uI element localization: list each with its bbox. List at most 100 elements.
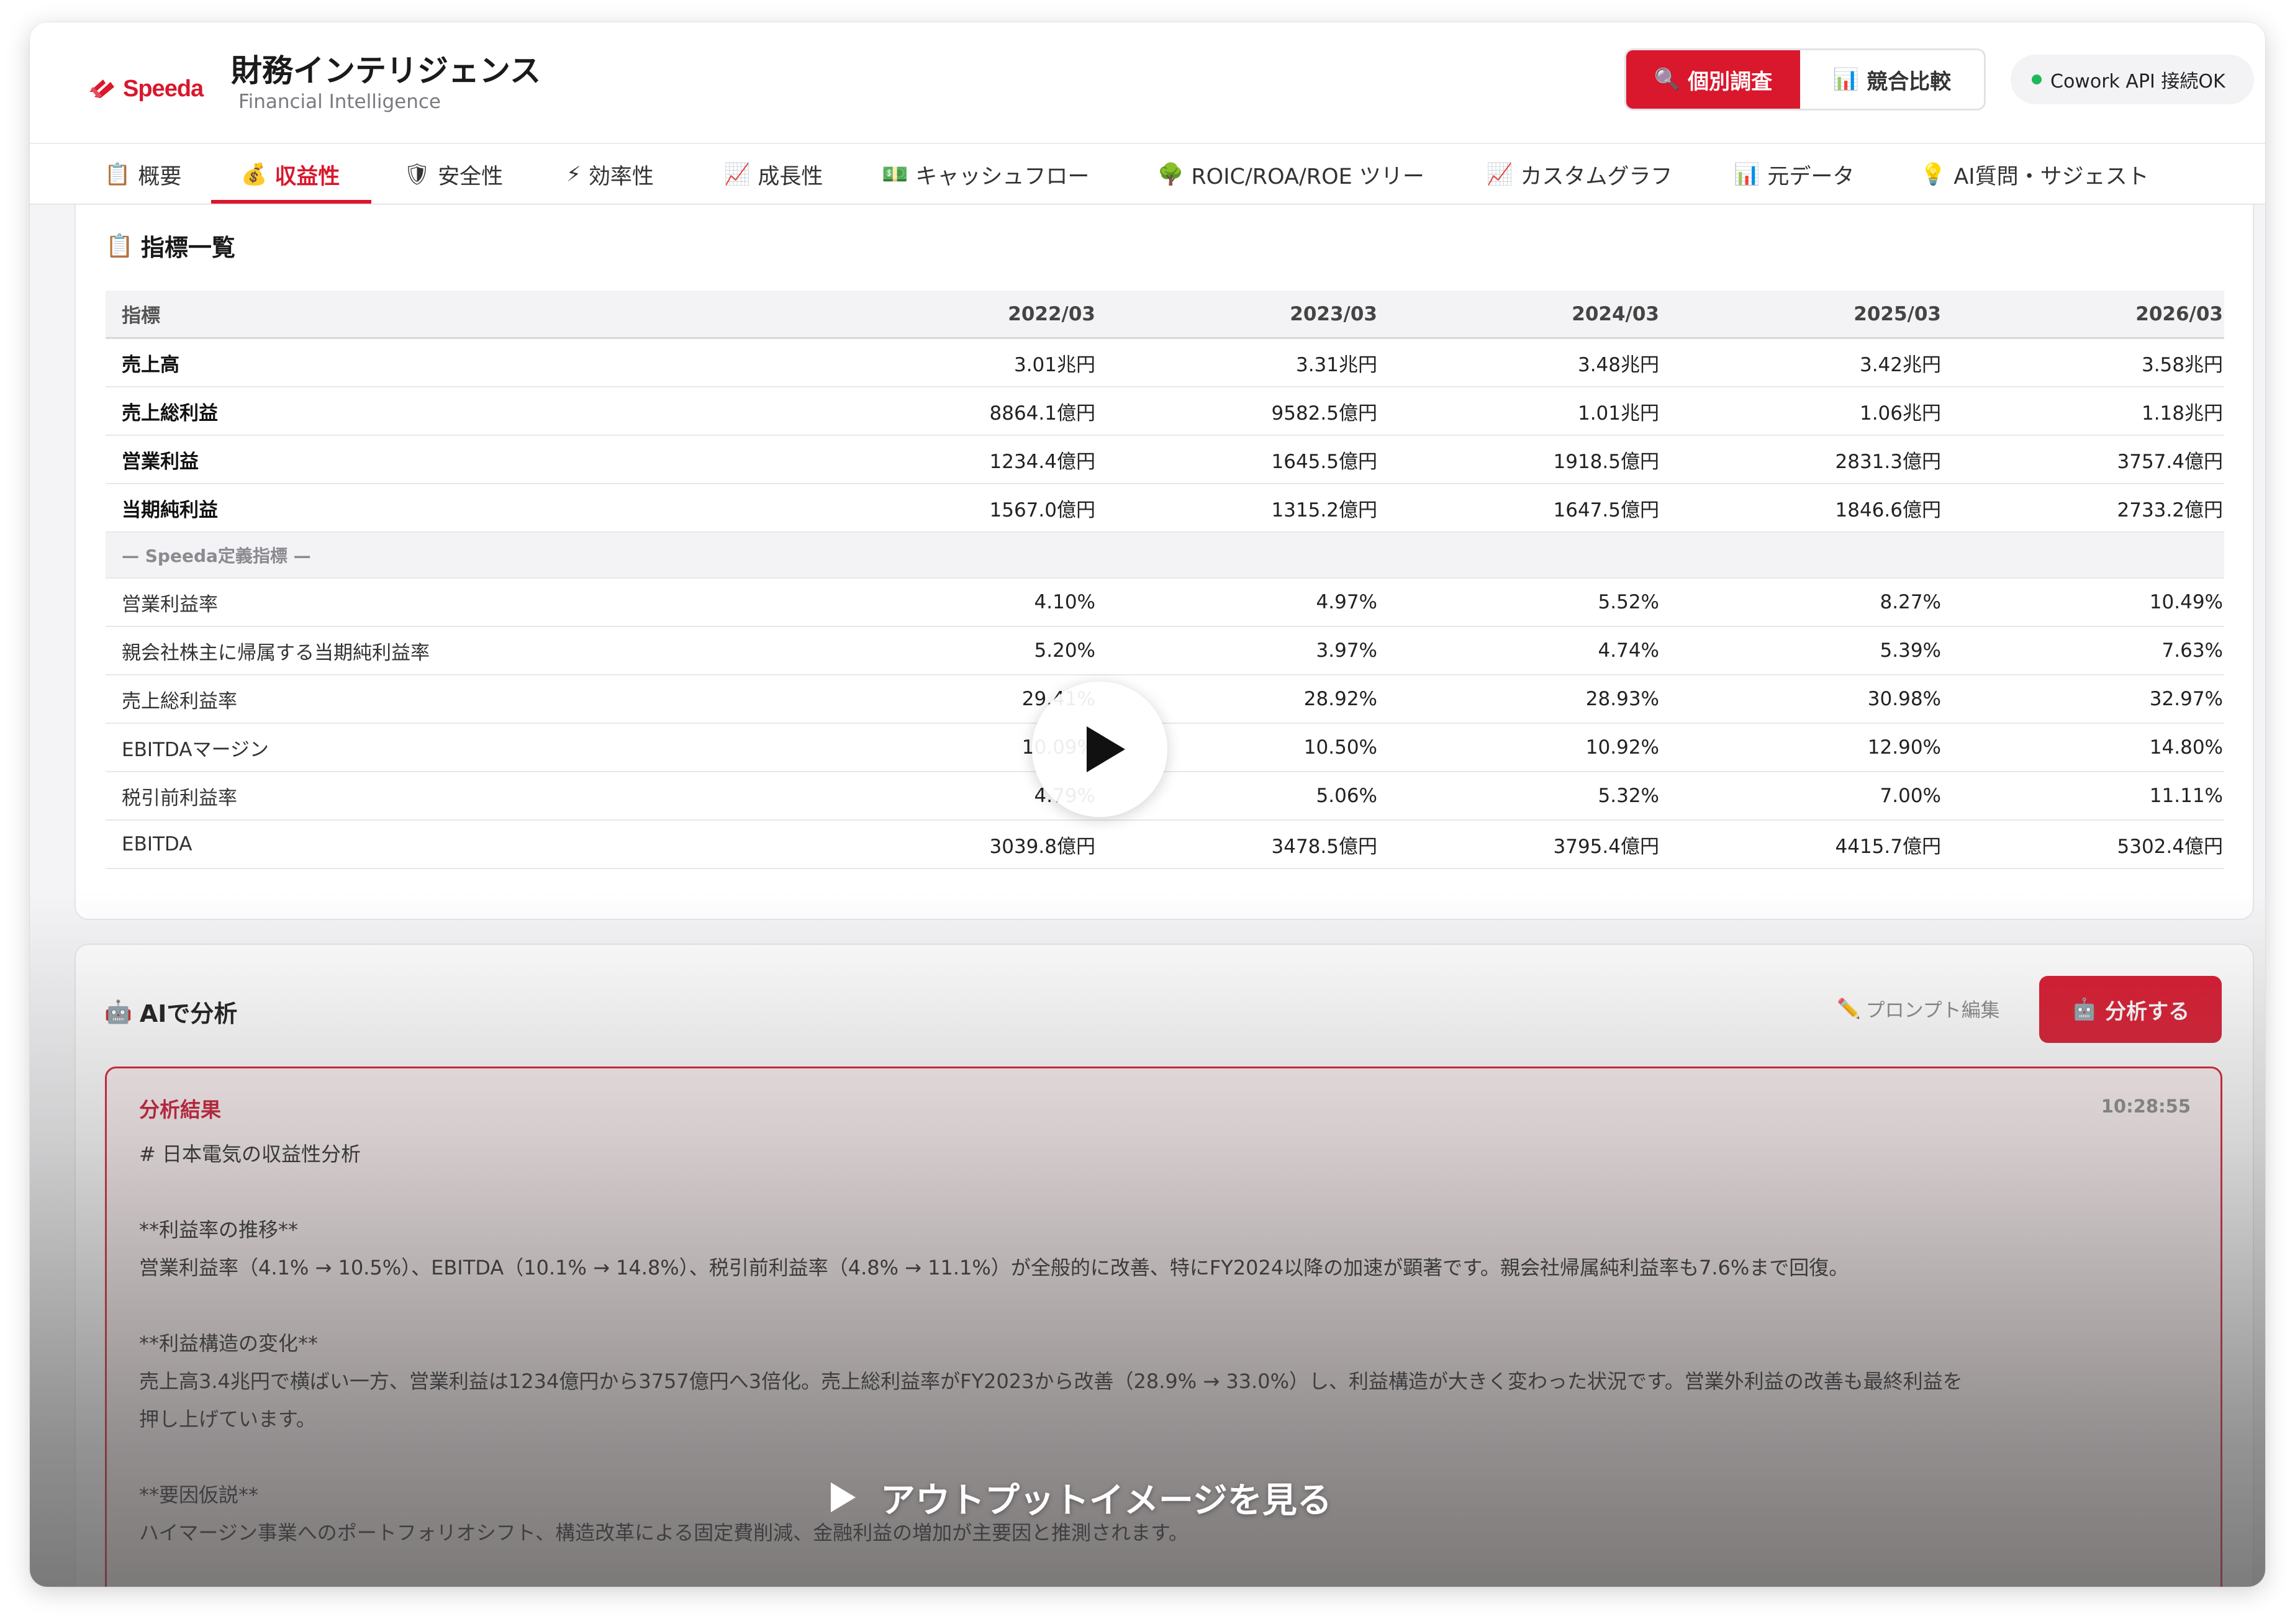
row-label: 営業利益率	[122, 593, 218, 616]
prompt-edit-link[interactable]: ✏️ プロンプト編集	[1837, 995, 2000, 1022]
api-status-badge: Cowork API 接続OK	[2011, 55, 2254, 104]
table-cell: 3039.8億円	[989, 835, 1095, 858]
metrics-title-text: 指標一覧	[140, 234, 235, 261]
view-output-image-link[interactable]: アウトプットイメージを見る	[831, 1473, 1332, 1522]
status-dot-icon	[2032, 74, 2042, 84]
lightbulb-icon: 💡	[1920, 162, 1947, 187]
table-cell: 10.50%	[1303, 736, 1377, 759]
table-cell: 1567.0億円	[989, 498, 1095, 521]
chart-up-icon: 📈	[1487, 162, 1513, 187]
table-cell: 10.92%	[1585, 736, 1659, 759]
table-cell: 3.97%	[1316, 639, 1377, 662]
table-cell: 11.11%	[2149, 785, 2223, 807]
clipboard-icon: 📋	[106, 233, 134, 259]
play-video-button[interactable]	[1032, 682, 1167, 817]
table-row: EBITDA 3039.8億円 3478.5億円 3795.4億円 4415.7…	[106, 821, 2224, 869]
tab-label: 概要	[138, 164, 182, 189]
speeda-logo[interactable]: Speeda	[87, 67, 204, 111]
tab-label: 安全性	[438, 164, 504, 189]
ai-title-text: AIで分析	[139, 1000, 238, 1027]
table-cell: 3757.4億円	[2117, 450, 2223, 473]
tab-overview[interactable]: 📋 概要	[104, 144, 181, 205]
bar-chart-icon: 📊	[1832, 67, 1860, 92]
result-line: 押し上げています。	[139, 1407, 316, 1431]
tab-efficiency[interactable]: ⚡ 効率性	[566, 144, 654, 205]
tab-raw-data[interactable]: 📊 元データ	[1734, 144, 1854, 205]
clipboard-icon: 📋	[104, 162, 131, 187]
table-cell: 1647.5億円	[1553, 498, 1659, 521]
money-bag-icon: 💰	[241, 162, 268, 187]
tab-growth[interactable]: 📈 成長性	[724, 144, 823, 205]
search-icon: 🔍	[1654, 67, 1681, 92]
column-header: 2024/03	[1572, 302, 1659, 325]
mode-individual-label: 個別調査	[1688, 69, 1773, 94]
table-cell: 1846.6億円	[1835, 498, 1941, 521]
play-icon	[1087, 726, 1125, 772]
tab-bar: 📋 概要 💰 収益性 🛡 安全性 ⚡ 効率性 📈 成長性 💵 キャッシュフロー …	[30, 143, 2265, 205]
table-cell: 1918.5億円	[1553, 450, 1659, 473]
prompt-edit-label: プロンプト編集	[1865, 999, 2000, 1022]
table-cell: 7.00%	[1880, 785, 1941, 807]
separator-label: — Speeda定義指標 —	[122, 546, 311, 566]
lightning-icon: ⚡	[566, 162, 581, 187]
table-cell: 2831.3億円	[1835, 450, 1941, 473]
table-cell: 3.31兆円	[1295, 353, 1377, 376]
table-cell: 3795.4億円	[1553, 835, 1659, 858]
cash-icon: 💵	[882, 162, 908, 187]
row-label: 税引前利益率	[122, 787, 237, 810]
table-header-row: 指標 2022/03 2023/03 2024/03 2025/03 2026/…	[106, 291, 2224, 339]
robot-icon: 🤖	[104, 999, 132, 1025]
table-cell: 5.52%	[1598, 591, 1659, 613]
tab-custom-graph[interactable]: 📈 カスタムグラフ	[1487, 144, 1672, 205]
tree-icon: 🌳	[1157, 162, 1184, 187]
table-cell: 1234.4億円	[989, 450, 1095, 473]
column-header: 2025/03	[1854, 302, 1941, 325]
table-cell: 5.32%	[1598, 785, 1659, 807]
table-cell: 1.06兆円	[1859, 402, 1941, 425]
table-cell: 28.93%	[1585, 688, 1659, 710]
mode-individual-button[interactable]: 🔍 個別調査	[1626, 50, 1800, 109]
chart-up-icon: 📈	[724, 162, 751, 187]
table-cell: 14.80%	[2149, 736, 2223, 759]
table-row: 売上総利益 8864.1億円 9582.5億円 1.01兆円 1.06兆円 1.…	[106, 387, 2224, 436]
app-header: Speeda 財務インテリジェンス Financial Intelligence…	[30, 22, 2265, 143]
mode-switch: 🔍 個別調査 📊 競合比較	[1624, 48, 1986, 111]
table-cell: 2733.2億円	[2117, 498, 2223, 521]
mode-compare-button[interactable]: 📊 競合比較	[1800, 50, 1984, 109]
row-label: 当期純利益	[122, 498, 218, 521]
robot-icon: 🤖	[2071, 997, 2098, 1022]
tab-cashflow[interactable]: 💵 キャッシュフロー	[882, 144, 1089, 205]
tab-label: キャッシュフロー	[915, 164, 1090, 189]
tab-ai-suggest[interactable]: 💡 AI質問・サジェスト	[1920, 144, 2149, 205]
table-row: 営業利益 1234.4億円 1645.5億円 1918.5億円 2831.3億円…	[106, 436, 2224, 484]
tab-roic-tree[interactable]: 🌳 ROIC/ROA/ROE ツリー	[1157, 144, 1424, 205]
column-header: 指標	[122, 305, 160, 327]
app-subtitle: Financial Intelligence	[238, 91, 441, 113]
table-cell: 1315.2億円	[1271, 498, 1377, 521]
result-line: **利益率の推移**	[139, 1218, 299, 1242]
row-label: 売上高	[122, 353, 179, 376]
table-cell: 5302.4億円	[2117, 835, 2223, 858]
table-cell: 7.63%	[2161, 639, 2223, 662]
result-title: 分析結果	[139, 1098, 221, 1122]
table-cell: 4.97%	[1316, 591, 1377, 613]
tab-label: ROIC/ROA/ROE ツリー	[1191, 164, 1424, 189]
api-status-text: Cowork API 接続OK	[2050, 71, 2225, 92]
output-link-label: アウトプットイメージを見る	[880, 1480, 1332, 1521]
row-label: 営業利益	[122, 450, 199, 473]
bar-chart-icon: 📊	[1734, 162, 1760, 187]
metrics-card: 📋 指標一覧 指標 2022/03 2023/03 2024/03 2025/0…	[75, 204, 2254, 920]
tab-label: 成長性	[758, 164, 823, 189]
table-cell: 30.98%	[1867, 688, 1941, 710]
table-row: 親会社株主に帰属する当期純利益率 5.20% 3.97% 4.74% 5.39%…	[106, 627, 2224, 675]
table-cell: 4415.7億円	[1835, 835, 1941, 858]
tab-profitability[interactable]: 💰 収益性	[241, 144, 340, 205]
row-label: EBITDA	[122, 833, 192, 855]
row-label: 売上総利益	[122, 402, 218, 425]
metrics-table: 指標 2022/03 2023/03 2024/03 2025/03 2026/…	[106, 291, 2224, 869]
tab-safety[interactable]: 🛡 安全性	[404, 144, 503, 205]
table-row: 当期純利益 1567.0億円 1315.2億円 1647.5億円 1846.6億…	[106, 484, 2224, 533]
result-line: # 日本電気の収益性分析	[139, 1142, 361, 1166]
table-cell: 8864.1億円	[989, 402, 1095, 425]
analyze-button[interactable]: 🤖 分析する	[2039, 976, 2222, 1043]
